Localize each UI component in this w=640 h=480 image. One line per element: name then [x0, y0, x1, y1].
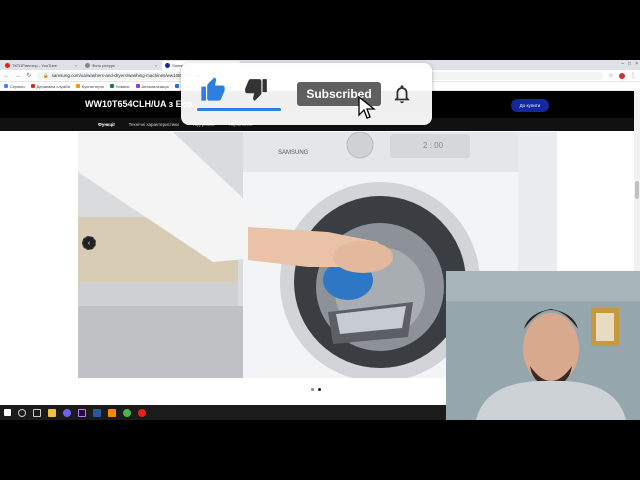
- close-icon[interactable]: ×: [75, 63, 77, 68]
- carousel-dot[interactable]: [311, 388, 314, 391]
- window-controls: – □ ×: [621, 61, 638, 67]
- bookmark-label: Бухгалтерія: [81, 83, 104, 89]
- premiere-icon[interactable]: [78, 408, 86, 417]
- url-text: samsung.com/ua/washers-and-dryers/washin…: [51, 73, 201, 78]
- bookmark-label: Новини: [115, 83, 130, 89]
- tab-label: ТКТОРиелтор - YouTube: [12, 63, 57, 68]
- page-icon: [85, 63, 90, 68]
- bookmark-item[interactable]: Автоматизація: [135, 83, 169, 89]
- thumbs-up-icon[interactable]: [199, 75, 227, 103]
- subnav-specs[interactable]: Технічні характеристики: [129, 122, 179, 127]
- bookmark-label: Державна служба: [36, 83, 70, 89]
- presenter-video: [446, 271, 640, 420]
- youtube-icon[interactable]: [138, 408, 146, 417]
- extension-icon[interactable]: [619, 72, 625, 79]
- bookmark-label: Сервіси: [10, 83, 25, 89]
- reload-icon[interactable]: ↻: [26, 72, 32, 79]
- lock-icon: 🔒: [43, 72, 49, 78]
- viber-icon[interactable]: [63, 408, 71, 417]
- word-icon[interactable]: [93, 408, 101, 417]
- minimize-icon[interactable]: –: [621, 61, 624, 67]
- tab-youtube[interactable]: ТКТОРиелтор - YouTube ×: [2, 61, 80, 70]
- windows-icon[interactable]: [4, 409, 11, 416]
- display-readout: 2 : 00: [423, 141, 444, 150]
- bell-icon[interactable]: [391, 82, 413, 106]
- bookmark-icon: [75, 84, 80, 88]
- samsung-icon: [165, 63, 170, 68]
- bookmark-item[interactable]: Бухгалтерія: [75, 83, 104, 89]
- close-window-icon[interactable]: ×: [635, 61, 638, 67]
- carousel-prev-button[interactable]: ‹: [82, 236, 96, 250]
- brand-label: SAMSUNG: [278, 150, 309, 156]
- bookmark-item[interactable]: Сервіси: [4, 84, 25, 89]
- chrome-icon[interactable]: [123, 408, 131, 417]
- bookmark-icon: [30, 84, 35, 88]
- bookmark-icon: [109, 84, 114, 88]
- star-icon[interactable]: ☆: [608, 72, 614, 79]
- scrollbar-thumb[interactable]: [635, 181, 639, 199]
- task-view-icon[interactable]: [33, 408, 41, 417]
- tab-photo[interactable]: Фото ресурс ×: [82, 61, 160, 70]
- subscribe-overlay: Subscribed: [181, 63, 432, 125]
- bookmark-item[interactable]: Новини: [109, 83, 130, 89]
- back-icon[interactable]: ←: [4, 73, 10, 79]
- bookmark-icon: [135, 84, 140, 88]
- explorer-icon[interactable]: [48, 408, 56, 417]
- menu-icon[interactable]: ⋮: [630, 72, 636, 79]
- mouse-cursor-icon: [358, 96, 376, 119]
- close-icon[interactable]: ×: [155, 63, 157, 68]
- maximize-icon[interactable]: □: [628, 61, 631, 67]
- youtube-icon: [5, 63, 10, 68]
- buy-button[interactable]: До купити: [511, 99, 549, 112]
- bookmark-icon: [4, 84, 8, 88]
- bookmark-label: Автоматизація: [141, 83, 169, 89]
- search-icon[interactable]: [18, 408, 26, 417]
- like-active-indicator: [197, 108, 281, 111]
- carousel-dots: [311, 388, 321, 391]
- webcam-overlay: [446, 271, 640, 420]
- forward-icon[interactable]: →: [15, 73, 21, 79]
- bookmark-icon: [174, 84, 179, 88]
- carousel-dot-active[interactable]: [318, 388, 321, 391]
- subnav-features[interactable]: Функції: [98, 122, 115, 127]
- product-title: WW10T654CLH/UA з Eco: [85, 99, 193, 109]
- thumbs-down-icon[interactable]: [243, 77, 269, 103]
- vlc-icon[interactable]: [108, 408, 116, 417]
- tab-label: Фото ресурс: [92, 63, 115, 68]
- bookmark-item[interactable]: Державна служба: [30, 83, 70, 89]
